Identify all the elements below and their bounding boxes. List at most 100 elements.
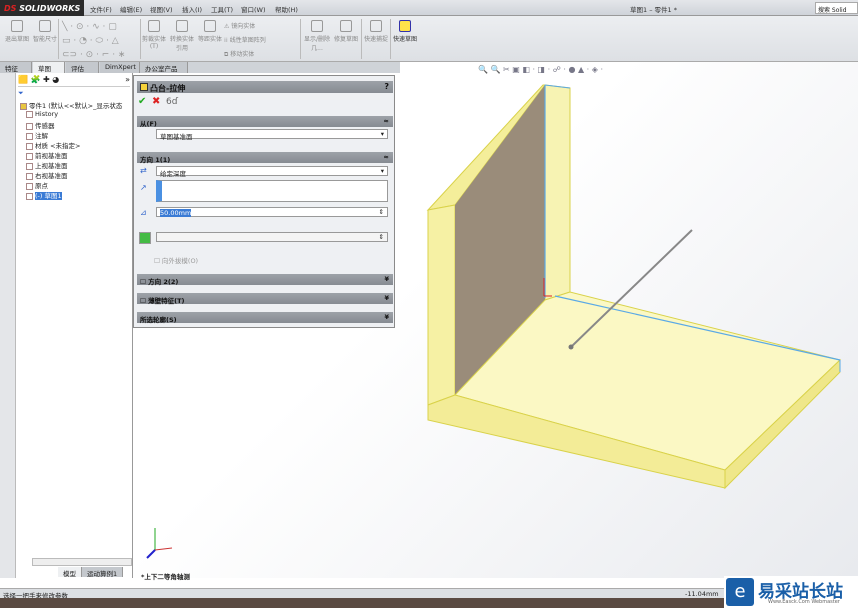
exit-sketch-button[interactable]: 退出草图 — [3, 20, 31, 43]
tab-features[interactable]: 特征 — [0, 62, 32, 73]
draft-angle-input[interactable]: ⇕ — [156, 232, 388, 242]
divider — [300, 19, 301, 59]
label: 快速草图 — [392, 36, 417, 43]
property-manager: 凸台-拉伸? ✔ ✖ 6ɗ 从(F) ≈ 草图基准面 ▾ 方向 1(1) ≈ ⇄ 给定… — [133, 75, 395, 328]
label: 原点 — [35, 182, 48, 190]
move-button[interactable]: ⧉ 移动实体 — [224, 49, 254, 59]
document-title: 草图1 – 零件1 * — [630, 6, 677, 14]
view-orientation-label: *上下二等角轴测 — [141, 573, 190, 581]
tab-sketch[interactable]: 草图 — [33, 62, 65, 73]
handle-dot — [568, 344, 574, 350]
tree-item-history[interactable]: History — [26, 110, 58, 118]
tree-root[interactable]: 零件1 (默认<<默认>_显示状态 — [20, 100, 122, 110]
repair-button[interactable]: 修复草图 — [332, 20, 360, 43]
tab-dimxpert[interactable]: DimXpert — [100, 62, 140, 73]
filter-icon[interactable]: ⏷ — [18, 89, 24, 98]
label: 镜向实体 — [231, 23, 256, 30]
sketch-entities-grid[interactable]: ╲ · ⊙ · ∿ · ▢ ▭ · ◔ · ⬭ · △ ⊂⊃ · ⊙ · ⌐ · ∗ — [62, 20, 137, 62]
exit-sketch-icon — [11, 20, 23, 32]
command-tabs: 特征 草图 评估 DimXpert 办公室产品 — [0, 62, 400, 73]
trim-icon — [148, 20, 160, 32]
tree-item-top-plane[interactable]: 上视基准面 — [26, 160, 68, 170]
menu-edit[interactable]: 编辑(E) — [120, 4, 142, 14]
offset-button[interactable]: 等距实体 — [196, 20, 224, 43]
menu-file[interactable]: 文件(F) — [90, 4, 112, 14]
watermark-sub: Www.Easck.Com Webmaster — [768, 599, 840, 605]
label: 右视基准面 — [35, 172, 68, 180]
section-direction2[interactable]: ☐ 方向 2(2) ¥ — [137, 274, 393, 286]
watermark: e 易采站长站 Www.Easck.Com Webmaster — [724, 576, 858, 608]
repair-icon — [340, 20, 352, 32]
reverse-direction-icon[interactable]: ⇄ — [140, 166, 147, 175]
horizontal-scrollbar[interactable] — [32, 558, 132, 566]
direction-vector-icon: ↗ — [140, 183, 147, 192]
vertical-plate-right-face — [544, 84, 571, 301]
label: 所选轮廓(S) — [140, 316, 177, 324]
linear-pattern-button[interactable]: ⁞⁞ 线性草图阵列 — [224, 35, 266, 44]
depth-input[interactable]: 50.00mm ⇕ — [156, 207, 388, 217]
smart-dimension-button[interactable]: 智能尺寸 — [31, 20, 59, 43]
tab-motion-study[interactable]: 运动算例1 — [82, 567, 124, 578]
tree-item-right-plane[interactable]: 右视基准面 — [26, 170, 68, 180]
vertical-plate-left-strip — [427, 204, 456, 406]
help-button[interactable]: ? — [384, 82, 389, 91]
tree-item-origin[interactable]: 原点 — [26, 180, 48, 190]
menu-help[interactable]: 帮助(H) — [275, 4, 298, 14]
solidworks-logo[interactable]: DS SOLIDWORKS — [0, 0, 84, 16]
tree-item-front-plane[interactable]: 前视基准面 — [26, 150, 68, 160]
trim-button[interactable]: 剪裁实体(T) — [140, 20, 168, 50]
section-direction1[interactable]: 方向 1(1) ≈ — [137, 152, 393, 164]
end-condition-select[interactable]: 给定深度 ▾ — [156, 166, 388, 178]
divider — [58, 19, 59, 59]
direction-vector-field[interactable] — [156, 180, 388, 202]
relations-icon — [311, 20, 323, 32]
from-select[interactable]: 草图基准面 ▾ — [156, 129, 388, 141]
feature-manager-tree: 🟨 🧩 ✚ ◕ » ⏷ 零件1 (默认<<默认>_显示状态 History 传感… — [16, 73, 133, 578]
tree-item-material[interactable]: 材质 <未指定> — [26, 140, 80, 150]
menu-insert[interactable]: 插入(I) — [182, 4, 202, 14]
tab-model[interactable]: 模型 — [58, 567, 82, 578]
tree-item-sketch1[interactable]: (-) 草图1 — [26, 190, 62, 200]
draft-outward-checkbox[interactable]: ☐ 向外拔模(O) — [154, 255, 198, 265]
section-selected-contours[interactable]: 所选轮廓(S) ¥ — [137, 312, 393, 324]
snap-icon — [370, 20, 382, 32]
convert-button[interactable]: 转换实体引用 — [168, 20, 196, 52]
rapid-sketch-button[interactable]: 快速草图 — [391, 20, 419, 43]
label: 转换实体引用 — [169, 36, 194, 52]
value: 50.00mm — [160, 209, 192, 217]
label: 剪裁实体(T) — [141, 36, 166, 50]
section-from[interactable]: 从(F) ≈ — [137, 116, 393, 128]
tree-item-sensors[interactable]: 传感器 — [26, 120, 55, 130]
convert-icon — [176, 20, 188, 32]
label: 线性草图阵列 — [229, 37, 266, 44]
section-thin-feature[interactable]: ☐ 薄壁特征(T) ¥ — [137, 293, 393, 305]
offset-icon — [204, 20, 216, 32]
label: 从(F) — [140, 120, 157, 128]
display-delete-button[interactable]: 显示/删除几... — [303, 20, 331, 52]
dimension-icon — [39, 20, 51, 32]
menu-tools[interactable]: 工具(T) — [211, 4, 233, 14]
watermark-logo: e — [726, 578, 754, 606]
preview-glasses-icon[interactable]: 6ɗ — [166, 97, 178, 107]
menu-window[interactable]: 窗口(W) — [241, 4, 266, 14]
search-input[interactable]: 搜索 Solid — [815, 2, 858, 14]
label: 快速捕捉 — [363, 36, 388, 43]
menu-view[interactable]: 视图(V) — [150, 4, 173, 14]
tab-evaluate[interactable]: 评估 — [66, 62, 99, 73]
label: 上视基准面 — [35, 162, 68, 170]
label: 传感器 — [35, 122, 55, 130]
manager-tabs[interactable]: 🟨 🧩 ✚ ◕ » — [18, 75, 130, 87]
label: 方向 2(2) — [148, 278, 179, 286]
label: 注解 — [35, 132, 48, 140]
depth-icon: ⊿ — [140, 208, 147, 217]
ok-check-icon[interactable]: ✔ — [138, 96, 146, 107]
cancel-x-icon[interactable]: ✖ — [152, 96, 160, 107]
quick-snap-button[interactable]: 快速捕捉 — [362, 20, 390, 43]
rapid-sketch-icon — [399, 20, 411, 32]
sketch-tools-strip — [0, 73, 16, 578]
tree-item-annotations[interactable]: 注解 — [26, 130, 48, 140]
command-manager: 退出草图 智能尺寸 ╲ · ⊙ · ∿ · ▢ ▭ · ◔ · ⬭ · △ ⊂⊃ ·… — [0, 16, 858, 62]
tab-office[interactable]: 办公室产品 — [140, 62, 188, 73]
draft-icon[interactable] — [139, 232, 151, 244]
mirror-button[interactable]: ⚠ 镜向实体 — [224, 21, 255, 30]
